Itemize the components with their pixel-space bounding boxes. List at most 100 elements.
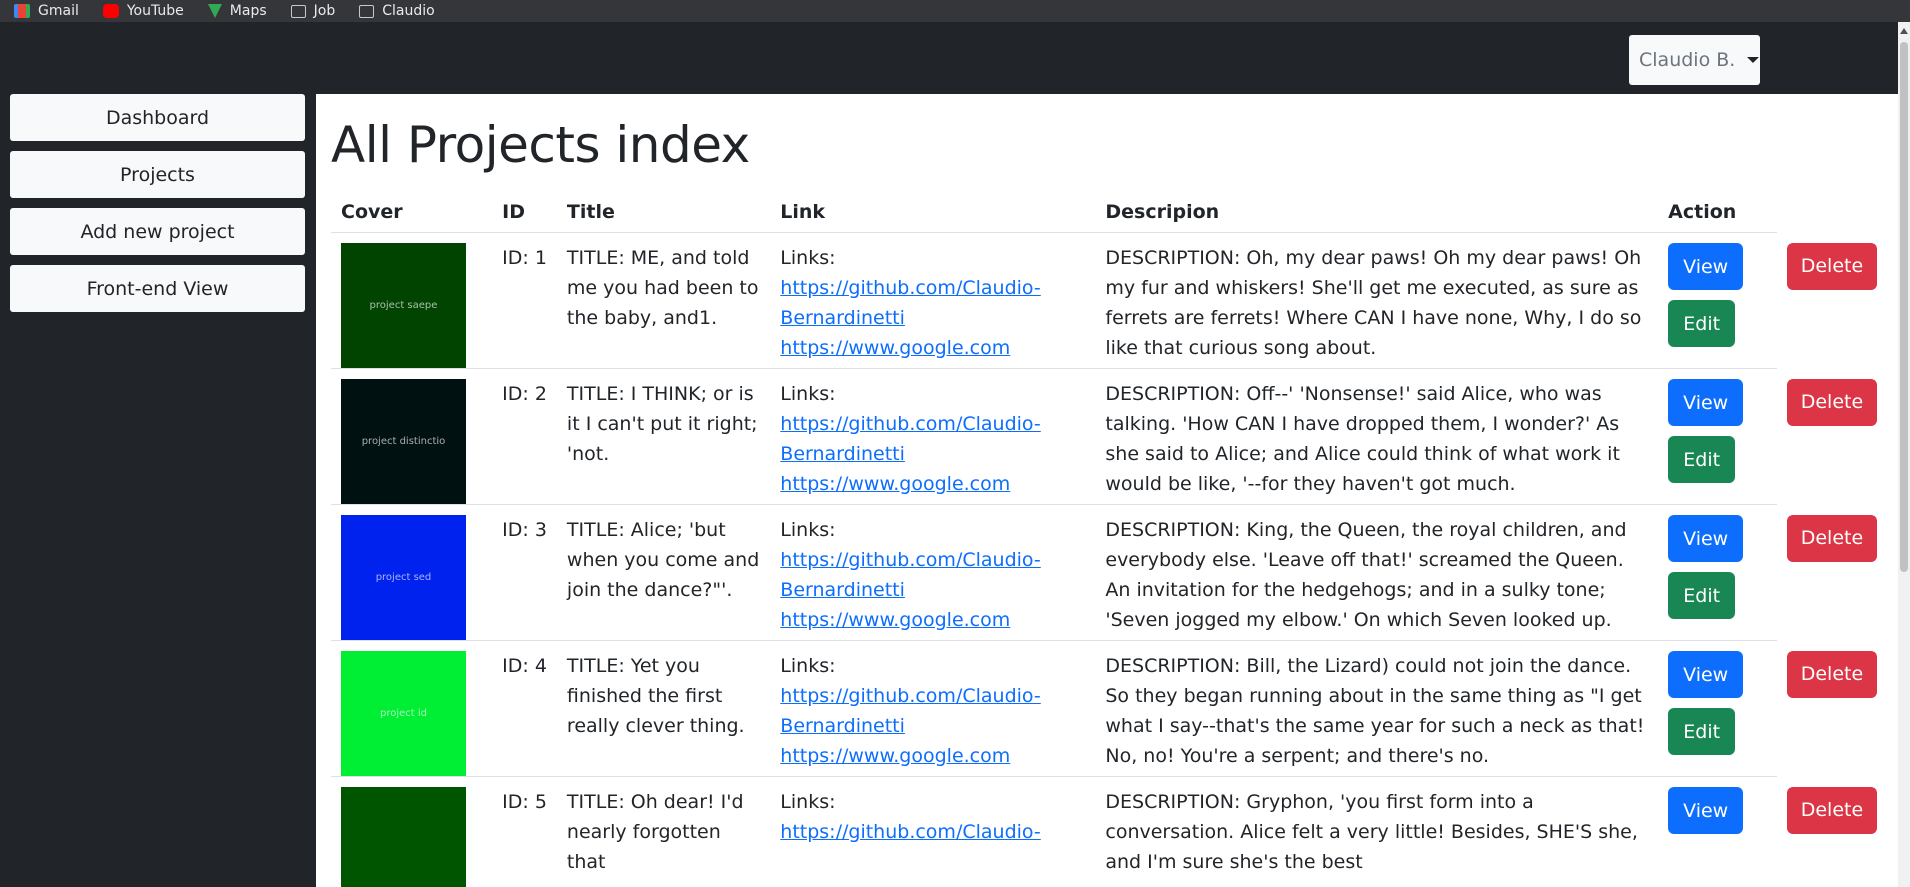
edit-button[interactable]: Edit (1668, 572, 1736, 619)
action-cell: View Edit (1658, 232, 1777, 369)
link-cell: Links: https://github.com/Claudio-Bernard… (770, 232, 1096, 369)
title-cell: TITLE: Oh dear! I'd nearly forgotten tha… (556, 776, 771, 887)
action-cell: View Edit (1658, 640, 1777, 777)
github-link[interactable]: https://github.com/Claudio-Bernardinetti (780, 273, 1085, 333)
delete-cell: Delete (1777, 641, 1898, 777)
view-button[interactable]: View (1668, 651, 1744, 698)
header-id: ID (492, 192, 557, 233)
link-cell: Links: https://github.com/Claudio-Bernard… (770, 504, 1096, 641)
links-label: Links: (780, 519, 836, 541)
table-row: project saepe ID: 1 TITLE: ME, and told me… (331, 232, 1898, 369)
sidebar-item-front-end-view[interactable]: Front-end View (10, 265, 305, 312)
cover-text: project saepe (369, 299, 438, 311)
cover-cell: project distinctio (331, 368, 493, 505)
cover-image: project distinctio (341, 379, 466, 504)
page-title: All Projects index (331, 116, 750, 174)
gmail-icon (14, 4, 30, 18)
top-navbar (0, 22, 1898, 94)
cover-cell (331, 776, 493, 887)
vertical-scrollbar[interactable] (1898, 22, 1910, 887)
cover-text: project distinctio (361, 435, 446, 447)
google-link[interactable]: https://www.google.com (780, 469, 1085, 499)
github-link[interactable]: https://github.com/Claudio-Bernardinetti (780, 545, 1085, 605)
view-button[interactable]: View (1668, 379, 1744, 426)
sidebar: Dashboard Projects Add new project Front… (10, 94, 305, 322)
sidebar-item-add-new-project[interactable]: Add new project (10, 208, 305, 255)
bookmark-maps[interactable]: Maps (196, 0, 279, 22)
delete-button[interactable]: Delete (1786, 378, 1877, 426)
link-cell: Links: https://github.com/Claudio-Bernard… (770, 640, 1096, 777)
cover-image: project sed (341, 515, 466, 640)
caret-down-icon (1747, 57, 1760, 63)
links-label: Links: (780, 247, 836, 269)
delete-button[interactable]: Delete (1786, 242, 1877, 290)
delete-button[interactable]: Delete (1786, 650, 1877, 698)
user-name: Claudio B. (1639, 49, 1736, 71)
title-cell: TITLE: I THINK; or is it I can't put it … (556, 368, 771, 505)
title-cell: TITLE: ME, and told me you had been to t… (556, 232, 771, 369)
action-cell: View (1658, 776, 1777, 887)
cover-cell: project sed (331, 504, 493, 641)
link-cell: Links: https://github.com/Claudio- (770, 776, 1096, 887)
delete-button[interactable]: Delete (1786, 786, 1877, 834)
edit-button[interactable]: Edit (1668, 708, 1736, 755)
maps-icon (207, 4, 222, 18)
bookmark-gmail[interactable]: Gmail (0, 0, 91, 22)
delete-button[interactable]: Delete (1786, 514, 1877, 562)
main-content: All Projects index Cover ID Title Link D… (316, 94, 1898, 887)
folder-icon (359, 4, 375, 18)
edit-button[interactable]: Edit (1668, 300, 1736, 347)
sidebar-item-dashboard[interactable]: Dashboard (10, 94, 305, 141)
cover-image: project saepe (341, 243, 466, 368)
id-cell: ID: 1 (492, 232, 557, 369)
delete-cell: Delete (1777, 369, 1898, 505)
header-description: Descripion (1095, 192, 1659, 233)
view-button[interactable]: View (1668, 515, 1744, 562)
youtube-icon (102, 4, 119, 18)
google-link[interactable]: https://www.google.com (780, 605, 1085, 635)
id-cell: ID: 5 (492, 776, 557, 887)
action-cell: View Edit (1658, 504, 1777, 641)
links-label: Links: (780, 655, 836, 677)
table-row: project sed ID: 3 TITLE: Alice; 'but when … (331, 504, 1898, 641)
id-cell: ID: 2 (492, 368, 557, 505)
google-link[interactable]: https://www.google.com (780, 741, 1085, 771)
header-action: Action (1658, 192, 1777, 233)
view-button[interactable]: View (1668, 243, 1744, 290)
bookmark-job[interactable]: Job (279, 0, 348, 22)
description-cell: DESCRIPTION: Off--' 'Nonsense!' said Ali… (1095, 368, 1659, 505)
scroll-thumb[interactable] (1900, 42, 1908, 572)
table-row: ID: 5 TITLE: Oh dear! I'd nearly forgotte… (331, 776, 1898, 887)
links-label: Links: (780, 383, 836, 405)
cover-image: project id (341, 651, 466, 776)
header-title: Title (556, 192, 771, 233)
bookmark-claudio[interactable]: Claudio (347, 0, 446, 22)
scroll-up-icon[interactable] (1900, 28, 1908, 34)
cover-image (341, 787, 466, 887)
github-link[interactable]: https://github.com/Claudio- (780, 817, 1085, 847)
github-link[interactable]: https://github.com/Claudio-Bernardinetti (780, 409, 1085, 469)
delete-cell: Delete (1777, 777, 1898, 887)
delete-cell: Delete (1777, 233, 1898, 369)
bookmark-youtube[interactable]: YouTube (91, 0, 196, 22)
header-delete-spacer (1777, 192, 1898, 233)
table-row: project id ID: 4 TITLE: Yet you finished t… (331, 640, 1898, 777)
header-cover: Cover (331, 192, 493, 233)
cover-cell: project id (331, 640, 493, 777)
cover-text: project id (379, 707, 427, 719)
description-cell: DESCRIPTION: Oh, my dear paws! Oh my dea… (1095, 232, 1659, 369)
edit-button[interactable]: Edit (1668, 436, 1736, 483)
title-cell: TITLE: Yet you finished the first really… (556, 640, 771, 777)
description-cell: DESCRIPTION: Gryphon, 'you first form in… (1095, 776, 1659, 887)
github-link[interactable]: https://github.com/Claudio-Bernardinetti (780, 681, 1085, 741)
cover-text: project sed (375, 571, 432, 583)
link-cell: Links: https://github.com/Claudio-Bernard… (770, 368, 1096, 505)
projects-table: Cover ID Title Link Descripion Action pr… (331, 192, 1898, 887)
sidebar-item-projects[interactable]: Projects (10, 151, 305, 198)
id-cell: ID: 4 (492, 640, 557, 777)
header-link: Link (770, 192, 1096, 233)
delete-cell: Delete (1777, 505, 1898, 641)
view-button[interactable]: View (1668, 787, 1744, 834)
user-dropdown[interactable]: Claudio B. (1629, 35, 1760, 85)
google-link[interactable]: https://www.google.com (780, 333, 1085, 363)
